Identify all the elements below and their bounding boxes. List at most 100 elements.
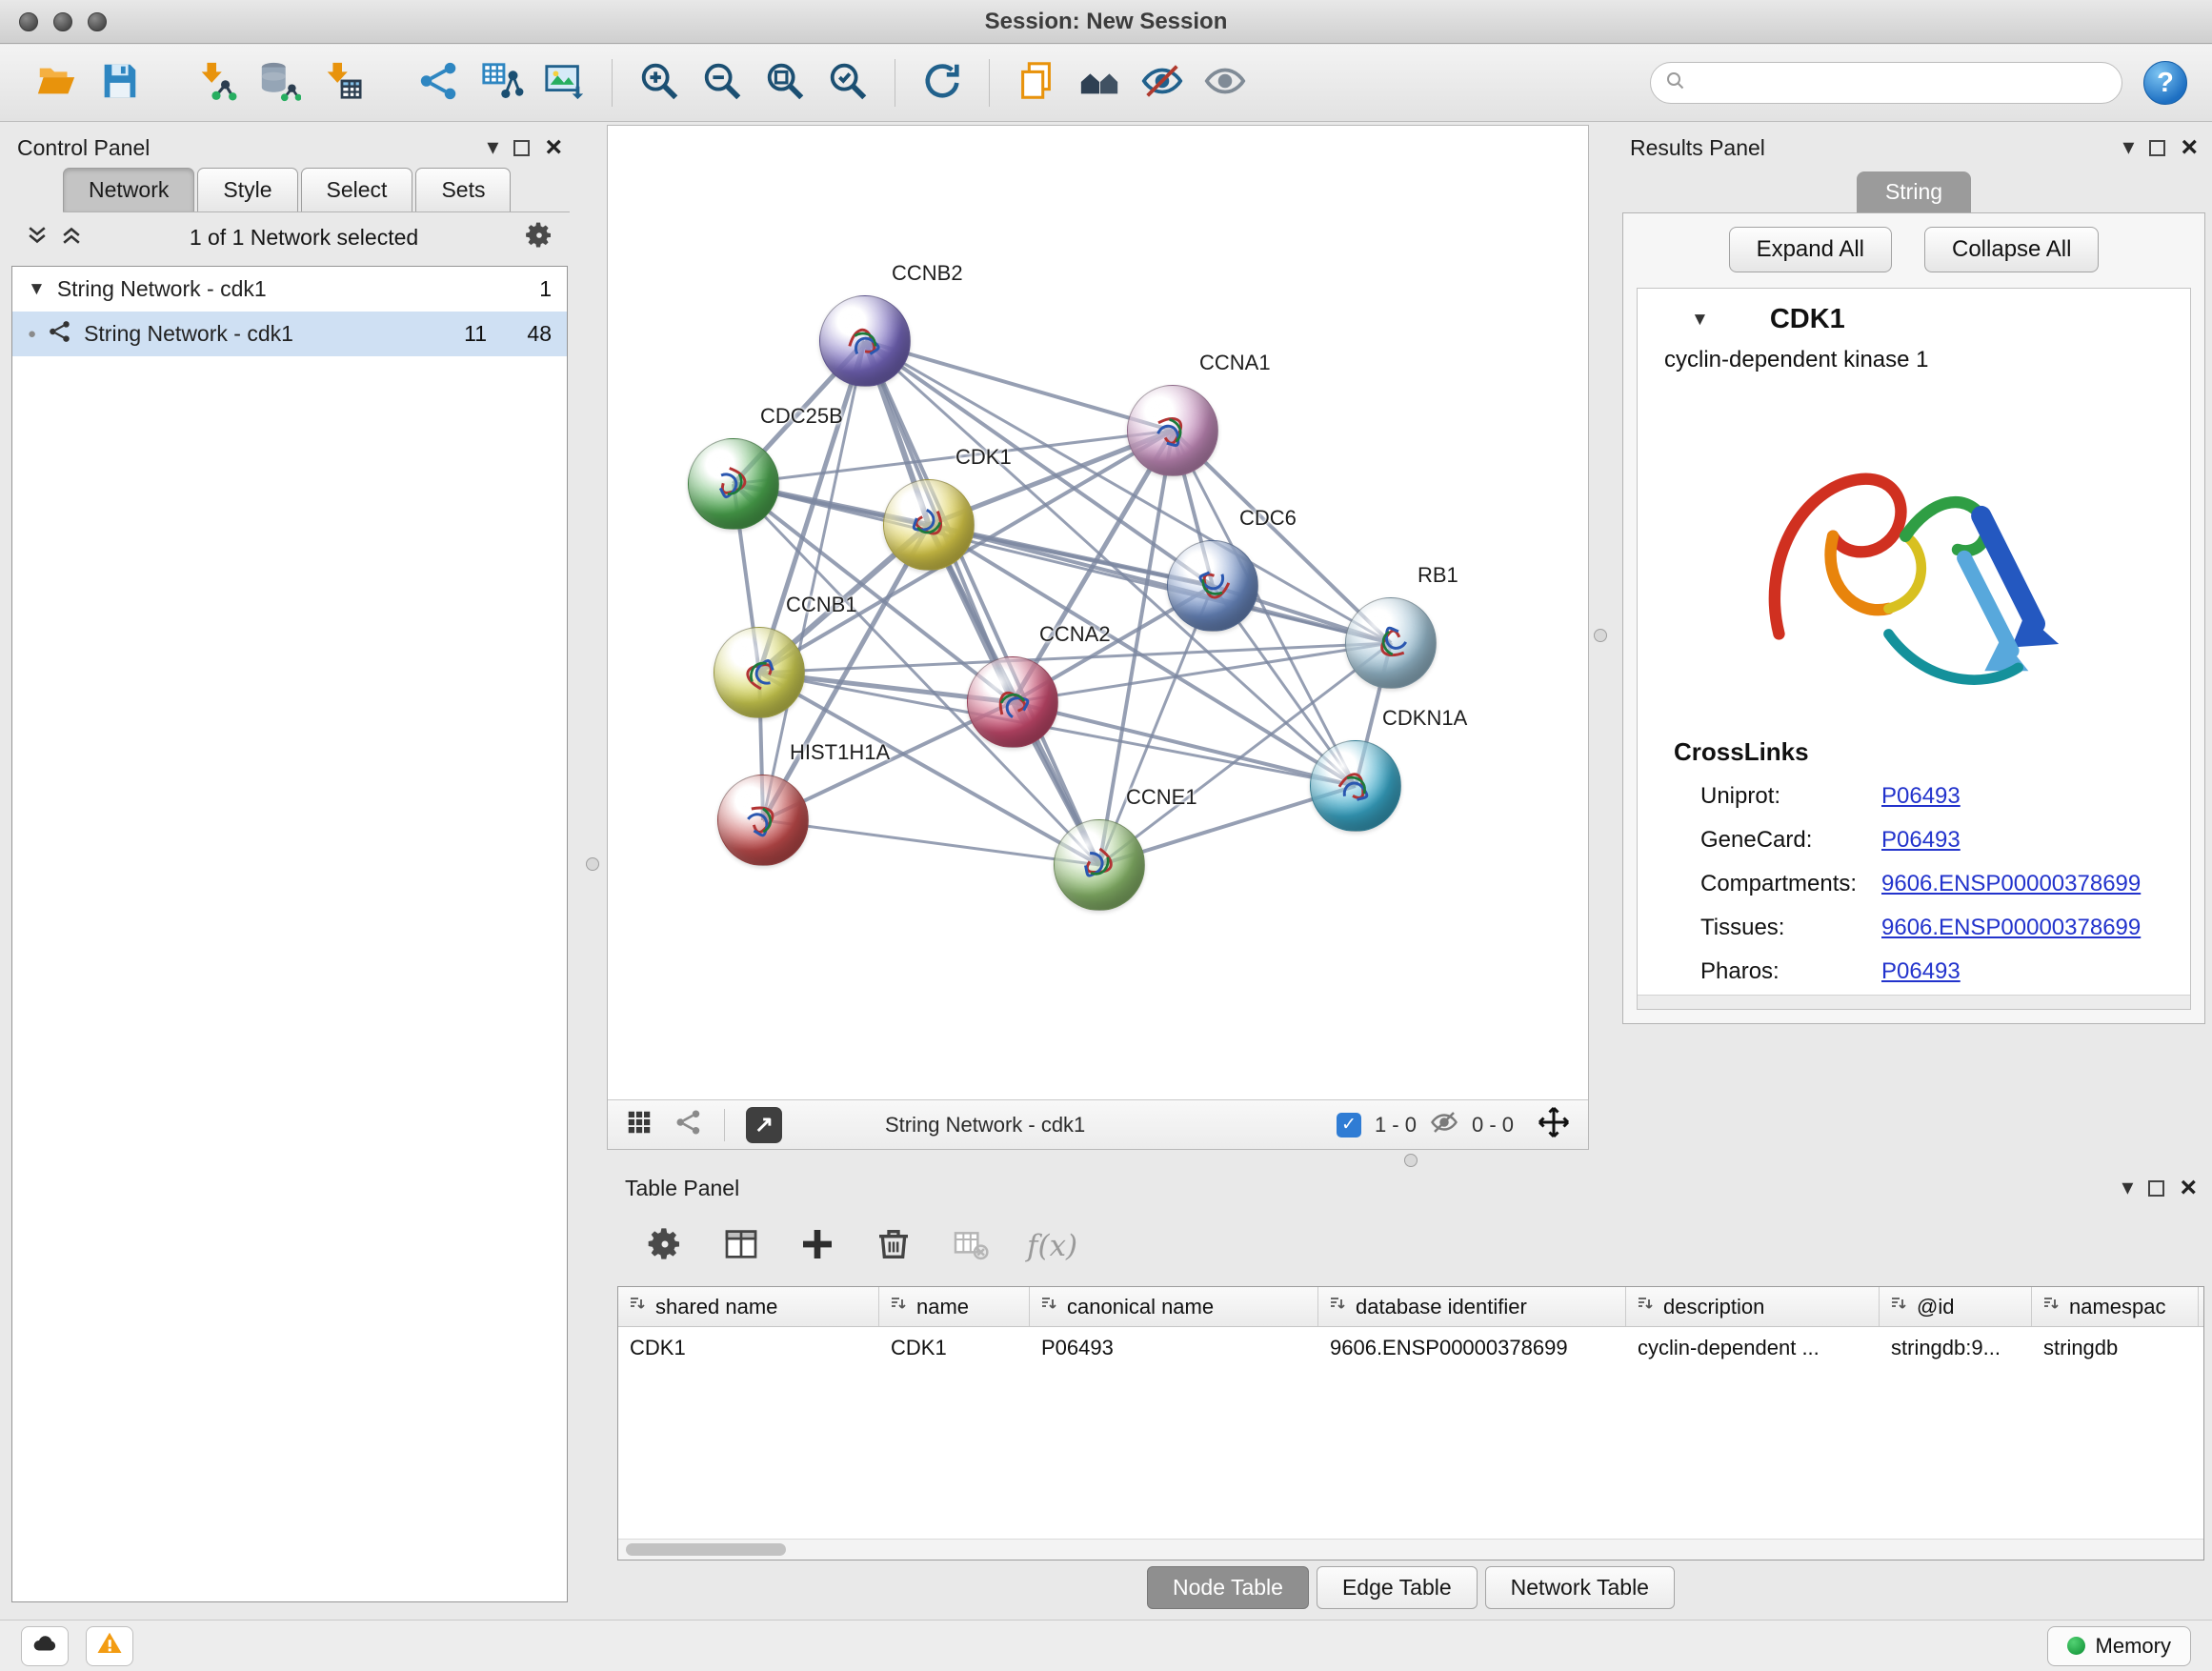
zoom-fit-button[interactable] — [754, 52, 816, 113]
tab-select[interactable]: Select — [301, 168, 413, 211]
delete-column-trash-icon[interactable] — [875, 1225, 913, 1268]
network-node-cdkn1a[interactable] — [1310, 740, 1401, 832]
table-panel-close-icon[interactable]: × — [2180, 1174, 2197, 1202]
search-input[interactable] — [1697, 70, 2108, 96]
table-panel-menu-icon[interactable]: ▾ — [2122, 1177, 2133, 1199]
entry-disclosure-triangle-icon[interactable]: ▼ — [1691, 310, 1709, 331]
table-cell-id[interactable]: stringdb:9... — [1880, 1336, 2032, 1360]
tab-string[interactable]: String — [1857, 171, 1971, 212]
table-settings-gear-icon[interactable] — [646, 1225, 684, 1268]
column-header-canonical-name[interactable]: canonical name — [1030, 1287, 1318, 1326]
results-panel-close-icon[interactable]: × — [2181, 133, 2198, 162]
function-builder-icon[interactable]: f(x) — [1027, 1229, 1077, 1263]
table-cell-shared-name[interactable]: CDK1 — [618, 1336, 879, 1360]
crosslink-link-tissues[interactable]: 9606.ENSP00000378699 — [1881, 915, 2141, 941]
show-all-button[interactable] — [1194, 52, 1257, 113]
disclosure-triangle-icon[interactable]: ▼ — [28, 279, 46, 300]
tab-node-table[interactable]: Node Table — [1147, 1566, 1309, 1609]
window-close-button[interactable] — [19, 12, 38, 31]
move-crosshair-icon[interactable] — [1537, 1105, 1571, 1144]
edge-CDK1-RB1[interactable] — [929, 525, 1391, 643]
network-node-rb1[interactable] — [1345, 597, 1437, 689]
open-session-button[interactable] — [25, 52, 88, 113]
network-node-cdc6[interactable] — [1167, 540, 1258, 632]
selected-checkbox-icon[interactable]: ✓ — [1337, 1113, 1361, 1137]
memory-button[interactable]: Memory — [2047, 1626, 2191, 1666]
edge-CCNB2-CCNA1[interactable] — [865, 341, 1173, 431]
column-header-database-identifier[interactable]: database identifier — [1318, 1287, 1626, 1326]
column-header-shared-name[interactable]: shared name — [618, 1287, 879, 1326]
expand-all-networks-icon[interactable] — [59, 223, 84, 252]
network-from-table-button[interactable] — [471, 52, 533, 113]
tab-style[interactable]: Style — [197, 168, 297, 211]
edge-CCNB2-CCNE1[interactable] — [865, 341, 1099, 865]
network-node-ccna1[interactable] — [1127, 385, 1218, 476]
network-node-cdk1[interactable] — [883, 479, 975, 571]
bottom-splitter-handle[interactable] — [1404, 1154, 1418, 1167]
add-column-plus-icon[interactable] — [798, 1225, 836, 1268]
save-session-button[interactable] — [88, 52, 151, 113]
import-table-button[interactable] — [311, 52, 373, 113]
import-network-database-button[interactable] — [248, 52, 311, 113]
table-horizontal-scrollbar[interactable] — [618, 1539, 2203, 1560]
window-zoom-button[interactable] — [88, 12, 107, 31]
collapse-all-networks-icon[interactable] — [25, 223, 50, 252]
entry-scrollbar[interactable] — [1638, 995, 2190, 1009]
search-field[interactable] — [1650, 62, 2122, 104]
column-header-description[interactable]: description — [1626, 1287, 1880, 1326]
zoom-out-button[interactable] — [691, 52, 754, 113]
crosslink-link-uniprot[interactable]: P06493 — [1881, 783, 1961, 810]
table-cell-database-identifier[interactable]: 9606.ENSP00000378699 — [1318, 1336, 1626, 1360]
show-columns-icon[interactable] — [722, 1225, 760, 1268]
network-row[interactable]: ● String Network - cdk1 11 48 — [12, 312, 567, 356]
crosslink-link-pharos[interactable]: P06493 — [1881, 958, 1961, 985]
network-options-gear-icon[interactable] — [524, 220, 554, 255]
warnings-button[interactable] — [86, 1626, 133, 1666]
refresh-button[interactable] — [911, 52, 974, 113]
expand-all-button[interactable]: Expand All — [1729, 227, 1892, 272]
duplicate-documents-button[interactable] — [1005, 52, 1068, 113]
tab-sets[interactable]: Sets — [415, 168, 511, 211]
results-panel-menu-icon[interactable]: ▾ — [2122, 136, 2134, 159]
open-in-browser-button[interactable]: ↗ — [746, 1107, 782, 1143]
network-overview-button[interactable] — [1068, 52, 1131, 113]
network-node-ccnb1[interactable] — [714, 627, 805, 718]
table-cell-description[interactable]: cyclin-dependent ... — [1626, 1336, 1880, 1360]
hide-selected-button[interactable] — [1131, 52, 1194, 113]
network-share-small-icon[interactable] — [674, 1108, 703, 1141]
grid-view-icon[interactable] — [625, 1108, 654, 1141]
crosslink-link-genecard[interactable]: P06493 — [1881, 827, 1961, 854]
collapse-all-button[interactable]: Collapse All — [1924, 227, 2099, 272]
table-cell-canonical-name[interactable]: P06493 — [1030, 1336, 1318, 1360]
scrollbar-thumb[interactable] — [626, 1543, 786, 1556]
network-node-cdc25b[interactable] — [688, 438, 779, 530]
tab-edge-table[interactable]: Edge Table — [1317, 1566, 1478, 1609]
column-header-id[interactable]: @id — [1880, 1287, 2032, 1326]
column-header-namespac[interactable]: namespac — [2032, 1287, 2199, 1326]
left-splitter-handle[interactable] — [586, 857, 599, 871]
hidden-eye-slash-icon[interactable] — [1430, 1108, 1458, 1141]
edge-HIST1H1A-CCNE1[interactable] — [763, 820, 1099, 865]
panel-menu-icon[interactable]: ▾ — [487, 136, 498, 159]
zoom-in-button[interactable] — [628, 52, 691, 113]
network-node-hist1h1a[interactable] — [717, 775, 809, 866]
import-network-file-button[interactable] — [185, 52, 248, 113]
panel-float-icon[interactable] — [513, 140, 530, 156]
right-splitter-handle[interactable] — [1594, 629, 1607, 642]
crosslink-link-compartments[interactable]: 9606.ENSP00000378699 — [1881, 871, 2141, 897]
window-minimize-button[interactable] — [53, 12, 72, 31]
network-node-ccne1[interactable] — [1054, 819, 1145, 911]
network-collection-row[interactable]: ▼ String Network - cdk1 1 — [12, 267, 567, 312]
help-button[interactable]: ? — [2143, 61, 2187, 105]
table-panel-float-icon[interactable] — [2148, 1180, 2164, 1197]
network-canvas[interactable]: CCNB2CCNA1CDC25BCDK1CDC6RB1CCNB1CCNA2CDK… — [608, 126, 1588, 1099]
new-network-button[interactable] — [408, 52, 471, 113]
network-node-ccna2[interactable] — [967, 656, 1058, 748]
table-cell-namespac[interactable]: stringdb — [2032, 1336, 2199, 1360]
results-panel-float-icon[interactable] — [2149, 140, 2165, 156]
tab-network[interactable]: Network — [63, 168, 194, 211]
table-cell-name[interactable]: CDK1 — [879, 1336, 1030, 1360]
table-row[interactable]: CDK1CDK1P064939606.ENSP00000378699cyclin… — [618, 1327, 2203, 1369]
network-node-ccnb2[interactable] — [819, 295, 911, 387]
panel-close-icon[interactable]: × — [545, 133, 562, 162]
